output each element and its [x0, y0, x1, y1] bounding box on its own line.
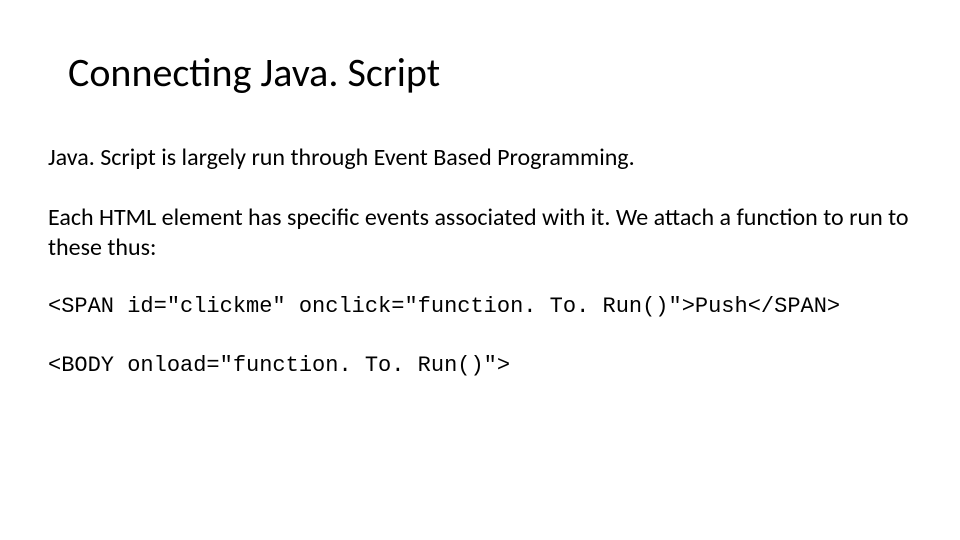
code-line-2: <BODY onload="function. To. Run()"> — [48, 352, 912, 381]
code-line-1: <SPAN id="clickme" onclick="function. To… — [48, 293, 912, 322]
paragraph-1: Java. Script is largely run through Even… — [48, 143, 912, 173]
paragraph-2: Each HTML element has specific events as… — [48, 203, 912, 263]
slide-title: Connecting Java. Script — [68, 48, 912, 97]
